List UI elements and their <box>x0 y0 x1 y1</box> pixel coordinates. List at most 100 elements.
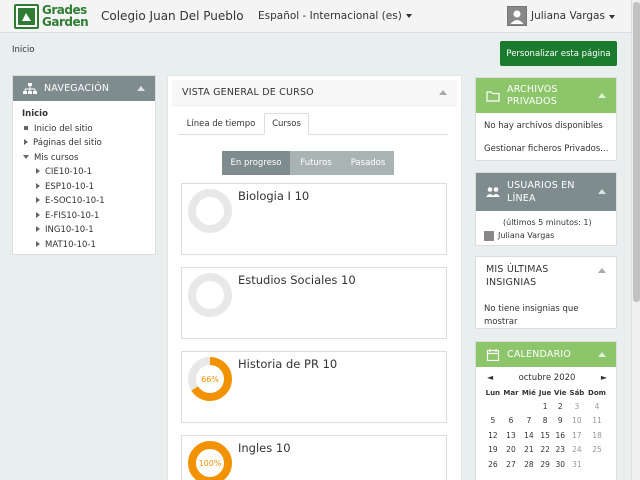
private-files-block: ARCHIVOS PRIVADOS No hay archivos disponi… <box>475 77 617 161</box>
calendar-day[interactable]: 9 <box>553 414 568 429</box>
customize-page-button[interactable]: Personalizar esta página <box>500 41 617 66</box>
calendar-day[interactable]: 26 <box>484 457 502 472</box>
calendar-day[interactable]: 24 <box>568 443 586 458</box>
course-name[interactable]: Historia de PR 10 <box>238 357 337 371</box>
nav-my-courses[interactable]: Mis cursos <box>22 151 146 166</box>
weekday-label: Vie <box>554 389 567 397</box>
calendar-day[interactable]: 3 <box>568 399 586 414</box>
page-scrollbar[interactable] <box>631 0 640 480</box>
calendar-day[interactable]: 19 <box>484 443 502 458</box>
calendar-day[interactable]: 22 <box>538 443 553 458</box>
calendar-day[interactable]: 4 <box>586 399 608 414</box>
calendar-day[interactable]: 10 <box>568 414 586 429</box>
course-name[interactable]: Biologia I 10 <box>238 189 309 203</box>
calendar-header[interactable]: CALENDARIO <box>476 342 616 367</box>
nav-course-item[interactable]: E-SOC10-10-1 <box>22 194 146 209</box>
language-menu[interactable]: Español - Internacional (es) <box>258 10 412 22</box>
calendar-day[interactable]: 14 <box>520 428 537 443</box>
expand-icon <box>36 240 40 247</box>
collapse-icon[interactable] <box>598 351 606 357</box>
chevron-down-icon <box>609 15 615 19</box>
next-month-button[interactable]: ► <box>601 373 607 382</box>
progress-label: 0% <box>204 207 217 216</box>
course-progress-ring: 66% <box>188 357 232 401</box>
calendar-day[interactable]: 12 <box>484 428 502 443</box>
calendar-day[interactable]: 6 <box>502 414 521 429</box>
nav-course-item[interactable]: ESP10-10-1 <box>22 180 146 195</box>
calendar-day[interactable]: 2 <box>553 399 568 414</box>
calendar-day[interactable]: 18 <box>586 428 608 443</box>
progress-label: 100% <box>199 459 222 468</box>
calendar-day[interactable]: 29 <box>538 457 553 472</box>
tab-timeline[interactable]: Línea de tiempo <box>178 113 264 135</box>
calendar-day[interactable]: 16 <box>553 428 568 443</box>
collapse-icon[interactable] <box>598 268 606 273</box>
calendar-day[interactable]: 27 <box>502 457 521 472</box>
badges-title-1: MIS ÚLTIMAS <box>486 264 549 275</box>
calendar-day[interactable]: 23 <box>553 443 568 458</box>
nav-site-home[interactable]: Inicio del sitio <box>22 122 146 137</box>
calendar-day <box>520 399 537 414</box>
weekday-label: Jue <box>538 389 552 397</box>
course-card[interactable]: 0% Estudios Sociales 10 <box>181 267 447 339</box>
course-card[interactable]: 100% Ingles 10 <box>181 435 447 480</box>
online-user-name: Juliana Vargas <box>498 231 555 240</box>
nav-site-pages[interactable]: Páginas del sitio <box>22 136 146 151</box>
collapse-icon[interactable] <box>598 189 606 194</box>
nav-course-item[interactable]: ING10-10-1 <box>22 223 146 238</box>
course-progress-ring: 0% <box>188 189 232 233</box>
site-name-link[interactable]: Colegio Juan Del Pueblo <box>101 9 244 23</box>
calendar-title: CALENDARIO <box>507 349 572 360</box>
no-badges-text: No tiene insignias que mostrar <box>484 304 579 327</box>
calendar-day[interactable]: 28 <box>520 457 537 472</box>
calendar-day[interactable]: 13 <box>502 428 521 443</box>
calendar-day[interactable]: 11 <box>586 414 608 429</box>
calendar-day[interactable]: 7 <box>520 414 537 429</box>
calendar-day <box>586 457 608 472</box>
nav-course-item[interactable]: CIE10-10-1 <box>22 165 146 180</box>
calendar-day[interactable]: 30 <box>553 457 568 472</box>
user-name: Juliana Vargas <box>531 10 605 22</box>
calendar-day[interactable]: 8 <box>538 414 553 429</box>
course-name[interactable]: Ingles 10 <box>238 441 291 455</box>
logo-icon <box>14 4 39 29</box>
avatar <box>507 6 527 26</box>
private-files-header[interactable]: ARCHIVOS PRIVADOS <box>476 78 616 113</box>
course-overview-header[interactable]: VISTA GENERAL DE CURSO <box>172 80 457 106</box>
filter-in-progress[interactable]: En progreso <box>222 151 290 175</box>
nav-home[interactable]: Inicio <box>22 107 146 122</box>
overview-tabs: Línea de tiempo Cursos <box>178 113 448 135</box>
course-card[interactable]: 66% Historia de PR 10 <box>181 351 447 423</box>
course-card[interactable]: 0% Biologia I 10 <box>181 183 447 255</box>
collapse-icon[interactable] <box>598 92 606 98</box>
navigation-header[interactable]: NAVEGACIÓN <box>13 76 155 101</box>
chevron-down-icon <box>405 14 412 18</box>
nav-course-item[interactable]: MAT10-10-1 <box>22 238 146 253</box>
scrollbar-thumb[interactable] <box>633 2 640 302</box>
course-name[interactable]: Estudios Sociales 10 <box>238 273 356 287</box>
progress-label: 66% <box>201 375 219 384</box>
calendar-day[interactable]: 5 <box>484 414 502 429</box>
collapse-icon[interactable] <box>137 85 145 91</box>
user-avatar-icon <box>484 231 494 241</box>
breadcrumb[interactable]: Inicio <box>12 45 35 55</box>
calendar-day[interactable]: 21 <box>520 443 537 458</box>
calendar-day[interactable]: 31 <box>568 457 586 472</box>
site-logo[interactable]: Grades Garden <box>14 4 89 29</box>
badges-block: MIS ÚLTIMAS INSIGNIAS No tiene insignias … <box>475 256 617 329</box>
online-users-header[interactable]: USUARIOS EN LÍNEA <box>476 173 616 211</box>
weekday-label: Lun <box>485 389 501 397</box>
calendar-day[interactable]: 20 <box>502 443 521 458</box>
nav-course-item[interactable]: E-FIS10-10-1 <box>22 209 146 224</box>
filter-future[interactable]: Futuros <box>290 151 342 175</box>
calendar-day[interactable]: 15 <box>538 428 553 443</box>
calendar-day[interactable]: 1 <box>538 399 553 414</box>
calendar-month: octubre 2020 <box>518 373 576 383</box>
filter-past[interactable]: Pasados <box>342 151 394 175</box>
manage-private-files-link[interactable]: Gestionar ficheros Privados... <box>484 144 608 154</box>
collapse-icon[interactable] <box>439 89 447 95</box>
calendar-day[interactable]: 25 <box>586 443 608 458</box>
tab-courses[interactable]: Cursos <box>264 113 309 135</box>
calendar-day[interactable]: 17 <box>568 428 586 443</box>
badges-header[interactable]: MIS ÚLTIMAS INSIGNIAS <box>476 257 616 293</box>
